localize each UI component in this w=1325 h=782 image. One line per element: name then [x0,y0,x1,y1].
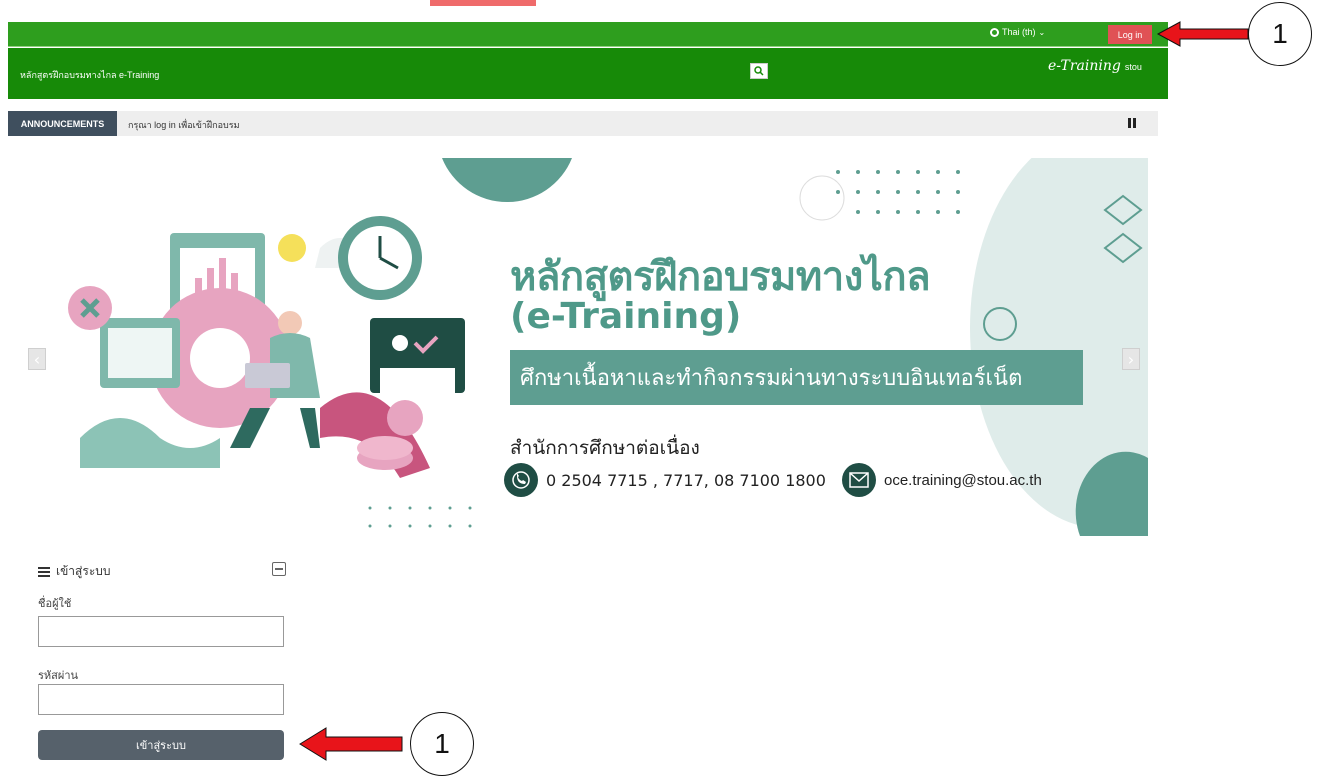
search-icon [754,66,764,76]
email-text: oce.training@stou.ac.th [884,471,1042,489]
site-logo[interactable]: e-Training stou [1048,58,1142,74]
banner-email: oce.training@stou.ac.th [842,463,1042,497]
login-block-header: เข้าสู่ระบบ [38,560,288,580]
chevron-left-icon: ‹ [33,349,41,369]
banner-phone: 0 2504 7715 , 7717, 08 7100 1800 [504,463,826,497]
chevron-down-icon: ⌄ [1038,27,1046,37]
banner-office: สำนักการศึกษาต่อเนื่อง [510,437,700,459]
pause-button[interactable] [1128,118,1138,129]
site-name[interactable]: หลักสูตรฝึกอบรมทางไกล e-Training [20,68,159,82]
pause-icon-bar [1133,118,1136,128]
password-label: รหัสผ่าน [38,669,79,682]
language-menu[interactable]: Thai (th) ⌄ [990,27,1045,37]
caption-strip [0,0,1325,22]
nav-bar: หลักสูตรฝึกอบรมทางไกล e-Training e-Train… [8,48,1168,99]
top-bar: Thai (th) ⌄ Log in [8,22,1168,47]
phone-icon [504,463,538,497]
password-input[interactable] [38,684,284,715]
phone-text: 0 2504 7715 , 7717, 08 7100 1800 [546,470,826,490]
banner-subtitle: (e-Training) [510,296,742,337]
login-block-title-text: เข้าสู่ระบบ [56,564,111,578]
callout-bottom: 1 [410,712,474,776]
search-button[interactable] [750,63,768,79]
page: Thai (th) ⌄ Log in หลักสูตรฝึกอบรมทางไกล… [0,0,1325,782]
globe-icon [990,27,999,37]
carousel-prev-button[interactable]: ‹ [28,348,46,370]
announcement-label: ANNOUNCEMENTS [8,111,117,136]
callout-top: 1 [1248,2,1312,66]
caption-highlight [430,0,536,6]
logo-suffix: stou [1124,62,1142,72]
login-submit-button[interactable]: เข้าสู่ระบบ [38,730,284,760]
announcement-bar: ANNOUNCEMENTS กรุณา log in เพื่อเข้าฝึกอ… [8,111,1158,136]
banner-tagline: ศึกษาเนื้อหาและทำกิจกรรมผ่านทางระบบอินเท… [510,350,1083,405]
language-label: Thai (th) [1002,27,1036,37]
hero-banner: ‹ › หลักสูตรฝึกอบรมทางไกล (e-Training) ศ… [20,158,1148,536]
annotation-arrow-bottom [299,727,403,761]
menu-icon [38,566,50,577]
logo-text: e-Training [1048,58,1121,74]
username-input[interactable] [38,616,284,647]
collapse-block-button[interactable] [272,562,286,576]
carousel-next-button[interactable]: › [1122,348,1140,370]
login-block-title: เข้าสู่ระบบ [38,562,111,581]
login-button[interactable]: Log in [1108,25,1152,44]
chevron-right-icon: › [1127,349,1135,369]
email-icon [842,463,876,497]
username-label: ชื่อผู้ใช้ [38,597,72,610]
pause-icon [1128,118,1131,128]
login-block: เข้าสู่ระบบ ชื่อผู้ใช้ รหัสผ่าน เข้าสู่ร… [38,560,288,760]
announcement-text[interactable]: กรุณา log in เพื่อเข้าฝึกอบรม [128,118,240,132]
